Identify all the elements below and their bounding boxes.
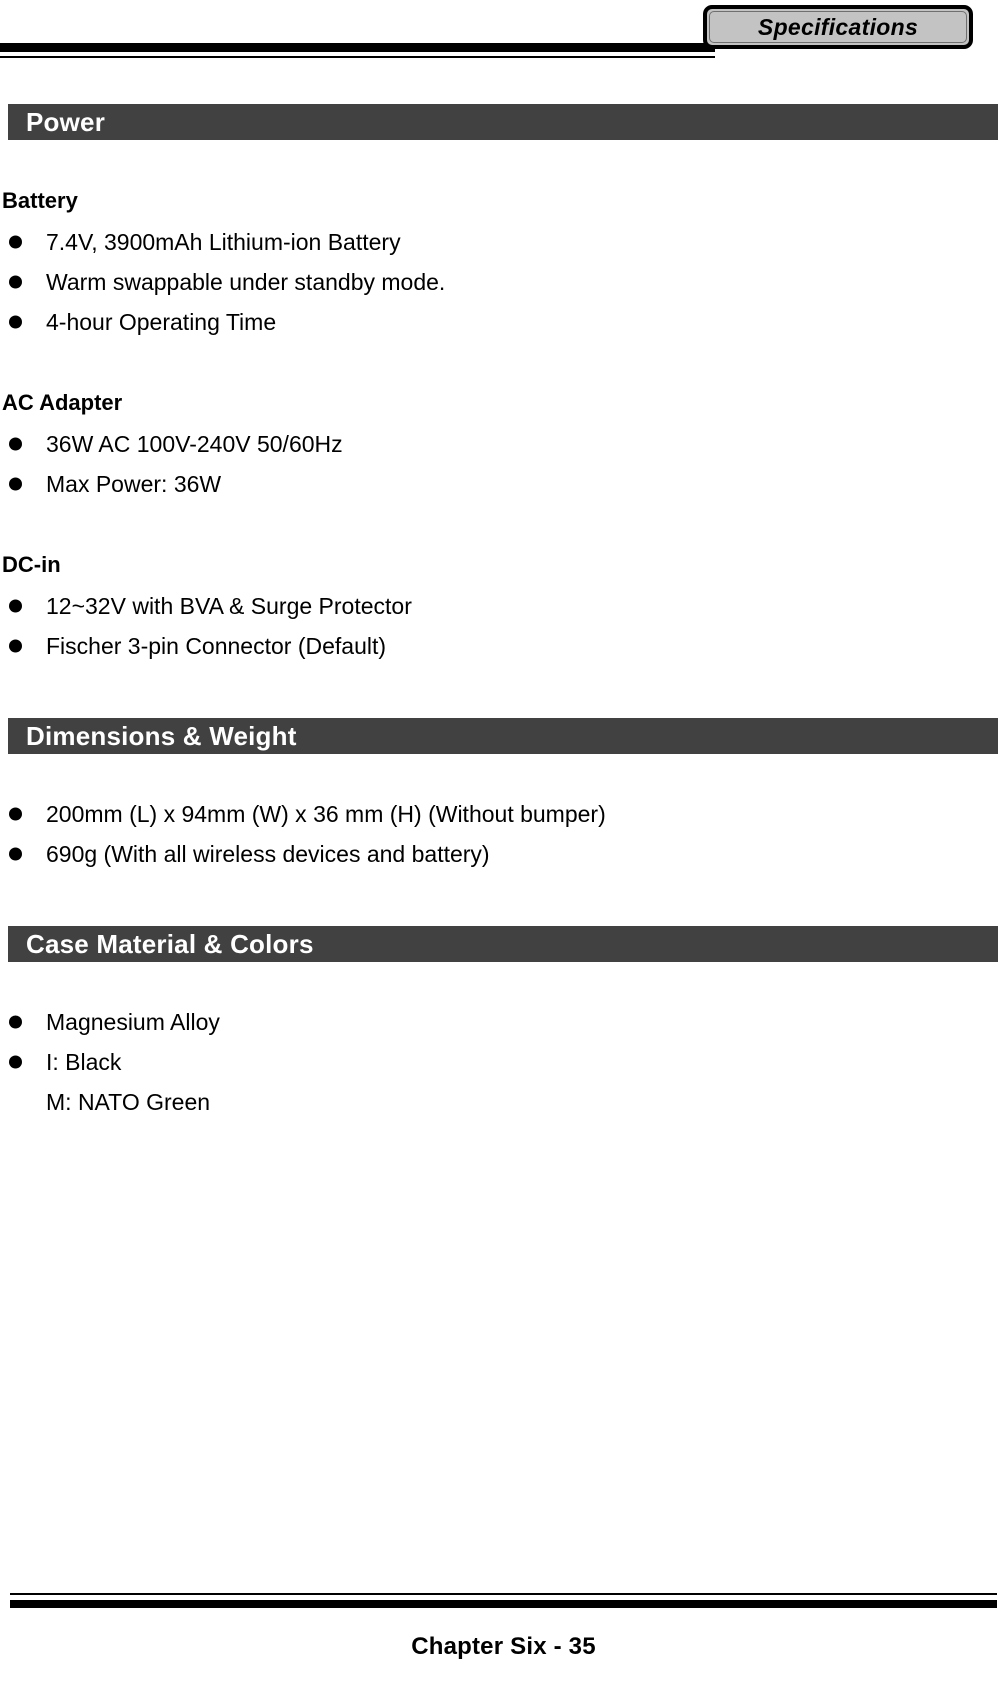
list-item-text: Warm swappable under standby mode.	[46, 269, 446, 295]
list-item-text: 12~32V with BVA & Surge Protector	[46, 593, 412, 619]
list-item-text: 690g (With all wireless devices and batt…	[46, 841, 490, 867]
list-item: 690g (With all wireless devices and batt…	[0, 834, 1007, 874]
group-title-dc-in: DC-in	[2, 552, 61, 577]
section-header-case-material: Case Material & Colors	[8, 926, 998, 962]
page-footer: Chapter Six - 35	[0, 1571, 1007, 1681]
bullet-list-dc-in: 12~32V with BVA & Surge Protector Fische…	[0, 586, 1007, 666]
list-item: Warm swappable under standby mode.	[0, 262, 1007, 302]
list-item-text: Fischer 3-pin Connector (Default)	[46, 633, 387, 659]
header-chapter-tab: Specifications	[703, 5, 973, 49]
section-header-dimensions: Dimensions & Weight	[8, 718, 998, 754]
list-item-text: 7.4V, 3900mAh Lithium-ion Battery	[46, 229, 401, 255]
bullet-list-battery: 7.4V, 3900mAh Lithium-ion Battery Warm s…	[0, 222, 1007, 342]
list-item: Magnesium Alloy	[0, 1002, 1007, 1042]
list-item: I: Black	[0, 1042, 1007, 1082]
list-item: M: NATO Green	[0, 1082, 1007, 1122]
list-item-text: 36W AC 100V-240V 50/60Hz	[46, 431, 343, 457]
bullet-icon	[9, 477, 22, 491]
list-item-text: I: Black	[46, 1049, 122, 1075]
list-item: 36W AC 100V-240V 50/60Hz	[0, 424, 1007, 464]
bullet-list-case-material: Magnesium Alloy I: Black M: NATO Green	[0, 1002, 1007, 1122]
list-item-text: Magnesium Alloy	[46, 1009, 220, 1035]
bullet-icon	[9, 235, 22, 249]
page-content: Power Battery 7.4V, 3900mAh Lithium-ion …	[0, 80, 1007, 1122]
bullet-list-ac-adapter: 36W AC 100V-240V 50/60Hz Max Power: 36W	[0, 424, 1007, 504]
list-item-text: 4-hour Operating Time	[46, 309, 277, 335]
list-item-text: Max Power: 36W	[46, 471, 222, 497]
group-title-battery: Battery	[2, 188, 78, 213]
header-rule-thick	[0, 43, 715, 52]
footer-rule-thick	[10, 1600, 997, 1608]
bullet-icon	[9, 315, 22, 329]
bullet-icon	[9, 275, 22, 289]
list-item: Fischer 3-pin Connector (Default)	[0, 626, 1007, 666]
header-tab-label: Specifications	[757, 13, 919, 40]
bullet-list-dimensions: 200mm (L) x 94mm (W) x 36 mm (H) (Withou…	[0, 794, 1007, 874]
list-item-text: 200mm (L) x 94mm (W) x 36 mm (H) (Withou…	[46, 801, 606, 827]
bullet-icon	[9, 847, 22, 861]
bullet-icon	[9, 807, 22, 821]
list-item: 4-hour Operating Time	[0, 302, 1007, 342]
bullet-icon	[9, 639, 22, 653]
list-item: 7.4V, 3900mAh Lithium-ion Battery	[0, 222, 1007, 262]
list-item: 12~32V with BVA & Surge Protector	[0, 586, 1007, 626]
bullet-icon	[9, 437, 22, 451]
list-item-text: M: NATO Green	[46, 1089, 211, 1115]
page-header: Specifications	[0, 0, 1007, 80]
group-title-ac-adapter: AC Adapter	[2, 390, 123, 415]
list-item: 200mm (L) x 94mm (W) x 36 mm (H) (Withou…	[0, 794, 1007, 834]
section-header-power: Power	[8, 104, 998, 140]
list-item: Max Power: 36W	[0, 464, 1007, 504]
bullet-icon	[9, 599, 22, 613]
bullet-icon	[9, 1015, 22, 1029]
bullet-icon	[9, 1055, 22, 1069]
header-rule-thin	[0, 56, 715, 58]
footer-page-label: Chapter Six - 35	[411, 1633, 596, 1660]
footer-rule-thin	[10, 1593, 997, 1595]
